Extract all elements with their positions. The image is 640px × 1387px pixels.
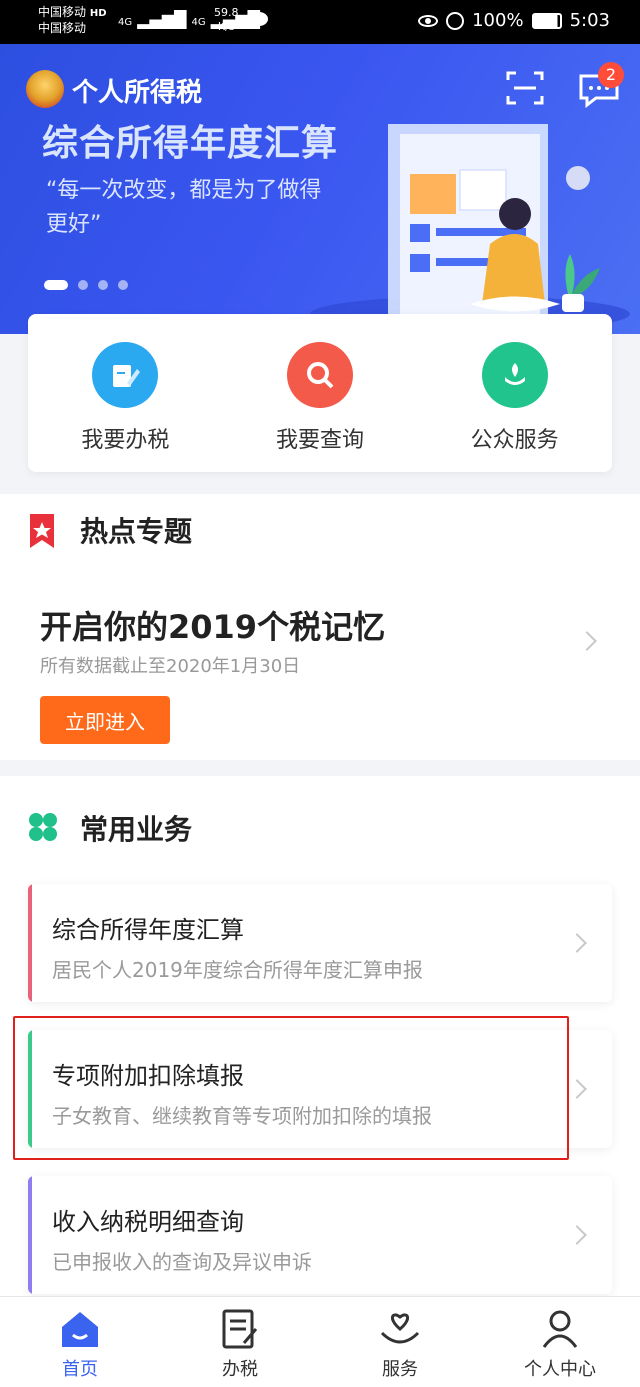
banner-illustration — [310, 124, 630, 332]
tab-home[interactable]: 首页 — [0, 1297, 160, 1387]
service-item-income-query[interactable]: 收入纳税明细查询 已申报收入的查询及异议申诉 — [28, 1176, 612, 1294]
heart-hands-icon — [380, 1313, 420, 1344]
clock-time: 5:03 — [569, 10, 610, 31]
carrier-2: 中国移动 — [38, 21, 87, 35]
carrier-1: 中国移动 — [38, 5, 87, 19]
section-title-common: 常用业务 — [80, 813, 193, 846]
person-icon — [542, 1310, 578, 1348]
speed-unit: K/s — [217, 20, 235, 33]
banner-quote: “每一次改变，都是为了做得更好” — [46, 178, 322, 237]
tab-tax[interactable]: 办税 — [160, 1297, 320, 1387]
carousel-dot-1[interactable] — [44, 280, 68, 290]
home-icon — [62, 1312, 98, 1347]
tab-service[interactable]: 服务 — [320, 1297, 480, 1387]
service-subtitle: 居民个人2019年度综合所得年度汇算申报 — [52, 958, 423, 982]
battery-percent: 100% — [472, 10, 524, 31]
hot-topic-headline: 开启你的2019个税记忆 — [40, 608, 386, 646]
enter-now-button[interactable]: 立即进入 — [40, 696, 170, 744]
flower-hand-icon — [481, 342, 548, 408]
quick-action-label: 公众服务 — [470, 428, 559, 453]
accent-bar — [28, 884, 32, 1002]
carousel-dot-3[interactable] — [98, 280, 108, 290]
chevron-right-icon — [577, 631, 597, 651]
quick-action-label: 我要办税 — [81, 428, 170, 453]
carousel-dots[interactable] — [44, 280, 128, 290]
accent-bar — [28, 1176, 32, 1294]
quick-action-label: 我要查询 — [276, 428, 365, 453]
alarm-icon — [446, 11, 465, 30]
pencil-note-icon — [92, 342, 159, 408]
carousel-dot-4[interactable] — [118, 280, 128, 290]
magnifier-icon — [287, 342, 353, 408]
section-title-hot: 热点专题 — [80, 515, 193, 548]
chevron-right-icon — [567, 933, 587, 953]
battery-icon — [531, 12, 562, 29]
status-bar: 中国移动 HD 中国移动 4G ▂▄▆█ 4G ▂▄▆█ 59.8 K/s 10… — [0, 0, 640, 44]
quick-actions-card: 我要办税 我要查询 公众服务 — [28, 314, 612, 472]
hot-topics-section: 热点专题 开启你的2019个税记忆 所有数据截止至2020年1月30日 立即进入 — [0, 494, 640, 760]
signal-icon: 4G ▂▄▆█ 4G ▂▄▆█ — [118, 10, 260, 29]
tab-personal-center[interactable]: 个人中心 — [480, 1297, 640, 1387]
tax-emblem-logo — [26, 70, 64, 108]
carrier-info: 中国移动 HD 中国移动 — [38, 5, 107, 36]
service-title: 收入纳税明细查询 — [52, 1208, 244, 1236]
bookmark-star-icon — [30, 514, 54, 548]
service-title: 综合所得年度汇算 — [52, 916, 244, 944]
network-type-1: 4G — [118, 17, 133, 28]
eye-comfort-icon — [418, 14, 439, 27]
hot-topic-subtitle: 所有数据截止至2020年1月30日 — [40, 656, 301, 677]
chevron-right-icon — [567, 1079, 587, 1099]
status-right: 100% 5:03 — [418, 10, 610, 31]
carousel-dot-2[interactable] — [78, 280, 88, 290]
tab-label: 服务 — [382, 1359, 418, 1380]
tab-label: 个人中心 — [524, 1359, 596, 1380]
chevron-right-icon — [567, 1225, 587, 1245]
hd-indicator: HD — [89, 8, 107, 19]
clover-icon — [29, 813, 57, 841]
app-title: 个人所得税 — [72, 78, 203, 108]
speed-value: 59.8 — [214, 6, 239, 19]
bottom-tab-bar: 首页 办税 服务 个人中心 — [0, 1296, 640, 1387]
quick-action-query[interactable]: 我要查询 — [223, 314, 418, 472]
quick-action-tax-handling[interactable]: 我要办税 — [28, 314, 223, 472]
message-badge: 2 — [598, 62, 624, 88]
network-type-2: 4G — [191, 17, 206, 28]
document-edit-icon — [222, 1309, 258, 1349]
tab-label: 办税 — [222, 1359, 258, 1380]
network-speed: 59.8 K/s — [214, 6, 239, 34]
chat-notification-icon — [250, 12, 268, 26]
banner[interactable]: 个人所得税 2 综合所得年度汇算 “每一次改变，都是为了做得更好” — [0, 44, 640, 334]
tab-label: 首页 — [62, 1359, 98, 1380]
highlight-annotation-box — [13, 1016, 569, 1160]
service-subtitle: 已申报收入的查询及异议申诉 — [52, 1250, 312, 1274]
quick-action-public-service[interactable]: 公众服务 — [417, 314, 612, 472]
service-item-annual-settlement[interactable]: 综合所得年度汇算 居民个人2019年度综合所得年度汇算申报 — [28, 884, 612, 1002]
banner-headline: 综合所得年度汇算 — [42, 123, 339, 164]
